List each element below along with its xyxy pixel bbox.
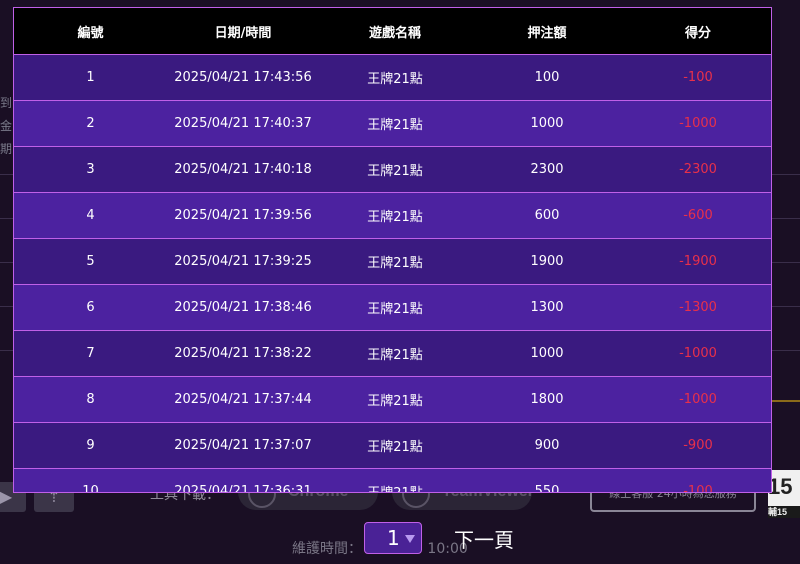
cell-datetime: 2025/04/21 17:39:25 <box>167 238 319 285</box>
cell-datetime: 2025/04/21 17:39:56 <box>167 192 319 239</box>
table-row: 8 2025/04/21 17:37:44 王牌21點 1800 -1000 <box>14 376 771 423</box>
cell-bet: 900 <box>471 422 623 469</box>
table-row: 4 2025/04/21 17:39:56 王牌21點 600 -600 <box>14 192 771 239</box>
badge-subtext: 輔15 <box>768 506 800 518</box>
maintenance-label: 維護時間： <box>292 541 362 557</box>
table-row: 2 2025/04/21 17:40:37 王牌21點 1000 -1000 <box>14 100 771 147</box>
table-row: 6 2025/04/21 17:38:46 王牌21點 1300 -1300 <box>14 284 771 331</box>
cell-bet: 600 <box>471 192 623 239</box>
cell-datetime: 2025/04/21 17:40:37 <box>167 100 319 147</box>
divider <box>770 400 800 402</box>
cell-score: -1300 <box>623 284 771 331</box>
cell-score: -100 <box>623 54 771 101</box>
cell-score: -100 <box>623 468 771 492</box>
cell-score: -1000 <box>623 100 771 147</box>
cell-game: 王牌21點 <box>319 422 471 469</box>
cell-bet: 2300 <box>471 146 623 193</box>
cell-game: 王牌21點 <box>319 146 471 193</box>
cell-score: -1900 <box>623 238 771 285</box>
cell-datetime: 2025/04/21 17:40:18 <box>167 146 319 193</box>
cell-game: 王牌21點 <box>319 330 471 377</box>
cell-game: 王牌21點 <box>319 54 471 101</box>
cell-number: 8 <box>14 376 167 423</box>
bet-history-table: 編號 日期/時間 遊戲名稱 押注額 得分 1 2025/04/21 17:43:… <box>14 8 771 492</box>
cell-score: -1000 <box>623 376 771 423</box>
cell-game: 王牌21點 <box>319 468 471 492</box>
table-row: 5 2025/04/21 17:39:25 王牌21點 1900 -1900 <box>14 238 771 285</box>
current-page: 1 <box>387 526 400 550</box>
table-row: 1 2025/04/21 17:43:56 王牌21點 100 -100 <box>14 54 771 101</box>
cell-number: 3 <box>14 146 167 193</box>
bet-history-modal: 編號 日期/時間 遊戲名稱 押注額 得分 1 2025/04/21 17:43:… <box>13 7 772 493</box>
cell-game: 王牌21點 <box>319 100 471 147</box>
cell-datetime: 2025/04/21 17:37:07 <box>167 422 319 469</box>
header-score: 得分 <box>623 8 771 55</box>
table-header-row: 編號 日期/時間 遊戲名稱 押注額 得分 <box>14 8 771 55</box>
cell-bet: 1000 <box>471 100 623 147</box>
cell-game: 王牌21點 <box>319 192 471 239</box>
cell-bet: 1800 <box>471 376 623 423</box>
cell-number: 4 <box>14 192 167 239</box>
cell-game: 王牌21點 <box>319 238 471 285</box>
cell-number: 5 <box>14 238 167 285</box>
cell-bet: 1000 <box>471 330 623 377</box>
age-rating-badge: 15 輔15 <box>768 470 800 518</box>
cell-game: 王牌21點 <box>319 284 471 331</box>
cell-number: 9 <box>14 422 167 469</box>
table-row: 9 2025/04/21 17:37:07 王牌21點 900 -900 <box>14 422 771 469</box>
cell-number: 1 <box>14 54 167 101</box>
cell-datetime: 2025/04/21 17:37:44 <box>167 376 319 423</box>
cell-datetime: 2025/04/21 17:38:22 <box>167 330 319 377</box>
header-datetime: 日期/時間 <box>167 8 319 55</box>
cell-datetime: 2025/04/21 17:36:31 <box>167 468 319 492</box>
header-number: 編號 <box>14 8 167 55</box>
cell-score: -900 <box>623 422 771 469</box>
header-bet-amount: 押注額 <box>471 8 623 55</box>
page-select[interactable]: 1 <box>364 522 422 554</box>
chevron-down-icon <box>405 535 415 543</box>
cell-bet: 550 <box>471 468 623 492</box>
cell-number: 10 <box>14 468 167 492</box>
cell-score: -2300 <box>623 146 771 193</box>
cell-datetime: 2025/04/21 17:38:46 <box>167 284 319 331</box>
cell-datetime: 2025/04/21 17:43:56 <box>167 54 319 101</box>
cell-number: 7 <box>14 330 167 377</box>
table-row: 7 2025/04/21 17:38:22 王牌21點 1000 -1000 <box>14 330 771 377</box>
cell-score: -600 <box>623 192 771 239</box>
cell-number: 2 <box>14 100 167 147</box>
header-game-name: 遊戲名稱 <box>319 8 471 55</box>
cell-game: 王牌21點 <box>319 376 471 423</box>
cell-bet: 1300 <box>471 284 623 331</box>
table-row: 3 2025/04/21 17:40:18 王牌21點 2300 -2300 <box>14 146 771 193</box>
table-row: 10 2025/04/21 17:36:31 王牌21點 550 -100 <box>14 468 771 492</box>
cell-number: 6 <box>14 284 167 331</box>
cell-score: -1000 <box>623 330 771 377</box>
cell-bet: 100 <box>471 54 623 101</box>
cell-bet: 1900 <box>471 238 623 285</box>
next-page-button[interactable]: 下一頁 <box>454 524 514 553</box>
